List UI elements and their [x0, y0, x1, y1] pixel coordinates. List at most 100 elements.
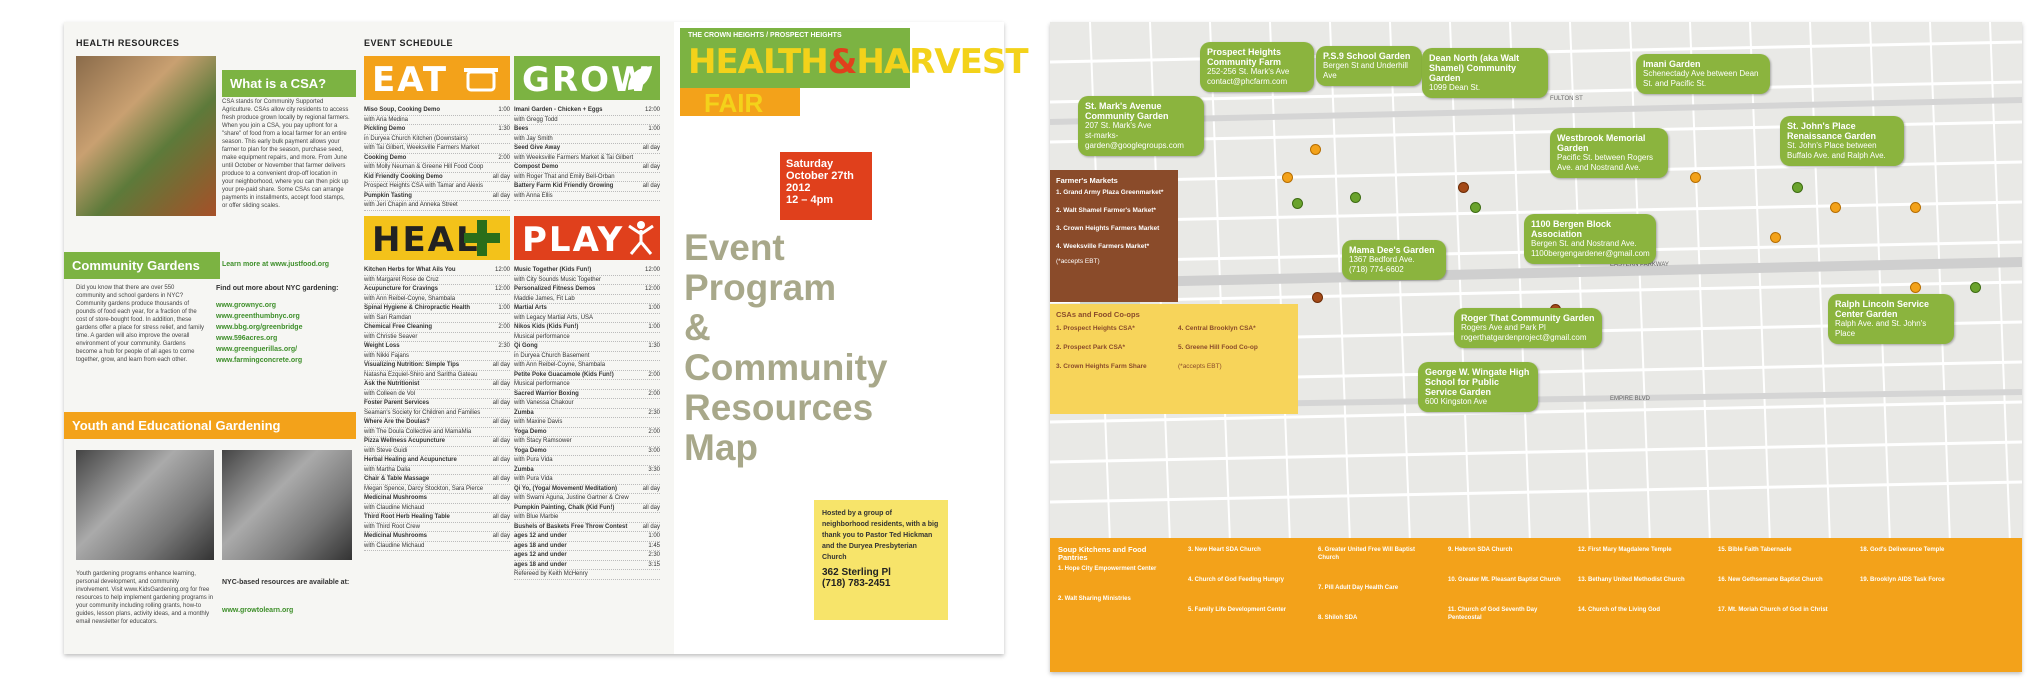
csa-title: What is a CSA?	[222, 70, 356, 97]
schedule-activity: Compost Demo	[514, 164, 559, 170]
fair-label: FAIR	[680, 88, 800, 118]
schedule-row: Seed Give Away all day	[514, 144, 660, 154]
map-pin[interactable]	[1770, 232, 1781, 243]
gardening-link[interactable]: www.bbg.org/greenbridge	[216, 322, 354, 333]
eat-banner: EAT	[364, 56, 510, 100]
map-pin[interactable]	[1310, 144, 1321, 155]
map-pin[interactable]	[1350, 192, 1361, 203]
schedule-row: with Steve Guidi	[364, 447, 510, 456]
schedule-activity: with City Sounds Music Together	[514, 276, 601, 283]
schedule-time: 1:00	[648, 533, 660, 539]
schedule-row: Refereed by Keith McHenry	[514, 570, 660, 580]
program-line: Community	[684, 347, 888, 388]
schedule-time: 2:00	[498, 154, 510, 161]
garden-address: Rogers Ave and Park Pl	[1461, 323, 1546, 332]
schedule-row: Compost Demo all day	[514, 163, 660, 173]
schedule-time: 2:30	[648, 552, 660, 558]
garden-callout[interactable]: Imani Garden Schenectady Ave between Dean…	[1636, 54, 1770, 94]
schedule-time: all day	[642, 164, 660, 170]
schedule-activity: ages 18 and under	[514, 542, 567, 549]
date-day: Saturday	[786, 158, 834, 170]
garden-callout[interactable]: Westbrook Memorial Garden Pacific St. bet…	[1550, 128, 1668, 178]
garden-callout[interactable]: St. Mark's Avenue Community Garden 207 St…	[1078, 96, 1204, 156]
schedule-activity: with Blue Marbie	[514, 514, 559, 520]
map-pin[interactable]	[1970, 282, 1981, 293]
schedule-activity: Zumba	[514, 466, 534, 473]
schedule-row: with Claudine Michaud	[364, 542, 510, 551]
schedule-time: 1:30	[648, 343, 660, 349]
garden-callout[interactable]: Prospect Heights Community Farm 252-256 S…	[1200, 42, 1314, 92]
pantries-column: 6. Greater United Free Will Baptist Chur…	[1318, 546, 1436, 622]
schedule-activity: with Tai Gilbert, Weeksville Farmers Mar…	[364, 145, 480, 151]
garden-address: Schenectady Ave between Dean St. and Pac…	[1643, 69, 1759, 88]
garden-callout[interactable]: Dean North (aka Walt Shamel) Community G…	[1422, 48, 1548, 98]
schedule-row: Qi Gong 1:30	[514, 342, 660, 352]
schedule-row: Nikos Kids (Kids Fun!) 1:00	[514, 323, 660, 333]
schedule-time: 2:30	[648, 409, 660, 416]
garden-callout[interactable]: George W. Wingate High School for Public…	[1418, 362, 1538, 412]
garden-callout[interactable]: P.S.9 School Garden Bergen St and Underhi…	[1316, 46, 1422, 86]
schedule-time: all day	[492, 362, 510, 368]
garden-callout[interactable]: 1100 Bergen Block Association Bergen St. …	[1524, 214, 1656, 264]
garden-callout[interactable]: Ralph Lincoln Service Center Garden Ralph…	[1828, 294, 1954, 344]
garden-callout[interactable]: Roger That Community Garden Rogers Ave an…	[1454, 308, 1602, 348]
schedule-row: Seaman's Society for Children and Famili…	[364, 409, 510, 418]
schedule-row: Medicinal Mushrooms all day	[364, 532, 510, 542]
schedule-activity: Where Are the Doulas?	[364, 419, 430, 425]
schedule-time: 12:00	[494, 286, 510, 292]
schedule-activity: Medicinal Mushrooms	[364, 495, 428, 501]
garden-address: 600 Kingston Ave	[1425, 397, 1488, 406]
map-pin[interactable]	[1690, 172, 1701, 183]
schedule-activity: Foster Parent Services	[364, 400, 430, 406]
schedule-activity: with Molly Neuman & Greene Hill Food Coo…	[364, 164, 484, 170]
schedule-row: Musical performance	[514, 380, 660, 390]
schedule-activity: with Ann Reibel-Coyne, Shambala	[364, 295, 456, 302]
map-pin[interactable]	[1910, 282, 1921, 293]
gardening-find-more: Find out more about NYC gardening:	[216, 285, 339, 292]
schedule-activity: Pumpkin Tasting	[364, 192, 412, 199]
youth-photo-2	[222, 450, 352, 560]
schedule-time: 2:00	[498, 324, 510, 330]
schedule-row: Pickling Demo 1:30	[364, 125, 510, 135]
play-label: PLAY	[522, 220, 625, 260]
map-pin[interactable]	[1792, 182, 1803, 193]
schedule-row: Musical performance	[514, 333, 660, 342]
garden-callout[interactable]: St. John's Place Renaissance Garden St. J…	[1780, 116, 1904, 166]
map-pin[interactable]	[1458, 182, 1469, 193]
pantries-column: Soup Kitchens and Food Pantries 1. Hope …	[1058, 546, 1176, 603]
map-pin[interactable]	[1910, 202, 1921, 213]
gardening-link[interactable]: www.grownyc.org	[216, 300, 354, 311]
pantries-column: 12. First Mary Magdalene Temple 13. Beth…	[1578, 546, 1696, 614]
schedule-activity: Bushels of Baskets Free Throw Contest	[514, 523, 628, 530]
schedule-row: ages 12 and under 2:30	[514, 551, 660, 561]
pantry-item: 9. Hebron SDA Church	[1448, 547, 1513, 553]
schedule-time: all day	[642, 504, 660, 511]
gardening-link[interactable]: www.596acres.org	[216, 333, 354, 344]
map-pin[interactable]	[1312, 292, 1323, 303]
schedule-row: ages 18 and under 1:45	[514, 542, 660, 551]
schedule-row: with Vanessa Chakour	[514, 399, 660, 409]
schedule-time: all day	[492, 514, 510, 520]
map-pin[interactable]	[1470, 202, 1481, 213]
schedule-activity: with Martha Dalia	[364, 466, 411, 473]
garden-callout[interactable]: Mama Dee's Garden 1367 Bedford Ave. (718) …	[1342, 240, 1446, 280]
schedule-row: with Third Root Crew	[364, 523, 510, 532]
schedule-row: Personalized Fitness Demos 12:00	[514, 285, 660, 295]
gardening-link[interactable]: www.greenguerillas.org/	[216, 344, 354, 355]
gardening-link[interactable]: www.farmingconcrete.org	[216, 355, 354, 366]
schedule-activity: with Margaret Rose de Cruz	[364, 276, 439, 283]
schedule-row: with Legacy Martial Arts, USA	[514, 314, 660, 323]
growtolearn-link[interactable]: www.growtolearn.org	[222, 606, 293, 615]
pantry-item: 8. Shiloh SDA	[1318, 615, 1358, 621]
map-pin[interactable]	[1830, 202, 1841, 213]
map-pin[interactable]	[1282, 172, 1293, 183]
schedule-activity: ages 18 and under	[514, 561, 567, 568]
pantry-item: 4. Church of God Feeding Hungry	[1188, 577, 1284, 583]
street-label: FULTON ST	[1550, 96, 1583, 102]
gardening-link[interactable]: www.greenthumbnyc.org	[216, 311, 354, 322]
csa-learn-more-link[interactable]: Learn more at www.justfood.org	[222, 260, 329, 269]
map-pin[interactable]	[1292, 198, 1303, 209]
health-resources-panel: HEALTH RESOURCES What is a CSA? CSA stan…	[64, 22, 356, 654]
schedule-time: 2:00	[648, 390, 660, 397]
farmers-markets-box: Farmer's Markets 1. Grand Army Plaza Gre…	[1050, 170, 1178, 302]
